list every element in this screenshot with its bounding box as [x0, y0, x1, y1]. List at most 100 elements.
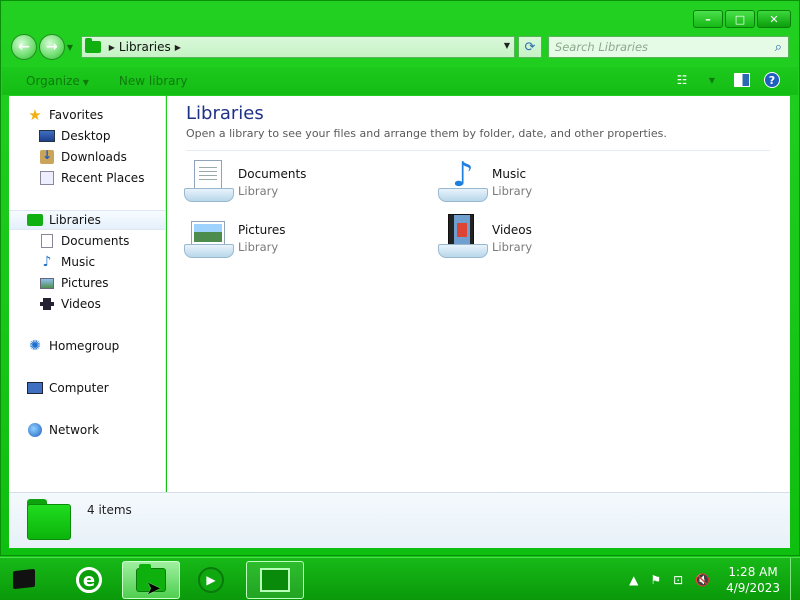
libraries-icon [27, 212, 43, 228]
library-type: Library [492, 184, 533, 198]
music-library-icon: ♪ [438, 158, 488, 202]
library-name: Videos [492, 223, 532, 237]
nav-downloads-label: Downloads [61, 150, 127, 164]
navigation-pane: ★ Favorites Desktop Downloads Recent Pla… [9, 96, 166, 492]
organize-label: Organize [26, 74, 80, 88]
search-box[interactable]: ⌕ [547, 36, 789, 58]
windows-logo-icon [13, 568, 35, 590]
nav-videos[interactable]: Videos [9, 294, 165, 314]
recent-pages-dropdown[interactable]: ▼ [67, 43, 77, 52]
notification-area: ▲ ⚑ ⊡ 🔇 1:28 AM 4/9/2023 [623, 558, 800, 600]
media-player-icon: ▶ [198, 567, 224, 593]
taskbar-control-panel[interactable] [246, 561, 304, 599]
new-library-button[interactable]: New library [119, 74, 188, 88]
nav-recent-places-label: Recent Places [61, 171, 145, 185]
downloads-icon [39, 148, 55, 165]
start-button[interactable] [6, 561, 42, 597]
address-bar[interactable]: ▶ Libraries ▶ ▼ [80, 36, 516, 58]
breadcrumb-chevron-icon[interactable]: ▶ [175, 43, 181, 52]
show-desktop-button[interactable] [790, 558, 800, 600]
taskbar: e ▶ ▲ ⚑ ⊡ 🔇 1:28 AM 4/9/2023 [0, 557, 800, 600]
libraries-folder-icon [84, 38, 101, 53]
library-item-documents[interactable]: Documents Library [184, 158, 424, 206]
back-button[interactable]: ← [11, 34, 37, 60]
close-button[interactable]: ✕ [757, 10, 791, 28]
content-pane: Libraries Open a library to see your fil… [167, 96, 790, 492]
nav-computer[interactable]: Computer [9, 378, 165, 398]
videos-library-icon [438, 214, 488, 258]
library-item-pictures[interactable]: Pictures Library [184, 214, 424, 262]
documents-library-icon [184, 158, 234, 202]
network-icon [27, 422, 43, 438]
library-type: Library [238, 240, 279, 254]
details-pane: 4 items [9, 492, 790, 548]
nav-recent-places[interactable]: Recent Places [9, 168, 165, 188]
documents-icon [39, 233, 55, 249]
nav-pictures[interactable]: Pictures [9, 273, 165, 293]
preview-pane-icon[interactable] [734, 73, 750, 87]
refresh-icon: ⟳ [524, 39, 536, 55]
nav-favorites-label: Favorites [49, 108, 104, 122]
action-center-flag-icon[interactable]: ⚑ [650, 573, 661, 587]
minimize-button[interactable]: – [693, 10, 723, 28]
libraries-folder-large-icon [27, 499, 71, 540]
divider [186, 150, 770, 151]
command-bar: Organize ▼ New library ☷ ▼ ? [2, 67, 798, 95]
organize-button[interactable]: Organize ▼ [26, 74, 89, 88]
library-item-videos[interactable]: Videos Library [438, 214, 678, 262]
internet-explorer-icon: e [76, 567, 102, 593]
nav-music-label: Music [61, 255, 96, 269]
nav-libraries-label: Libraries [49, 213, 101, 227]
network-status-icon[interactable]: ⊡ [673, 573, 683, 587]
nav-pictures-label: Pictures [61, 276, 109, 290]
back-arrow-icon: ← [18, 39, 30, 55]
nav-desktop[interactable]: Desktop [9, 126, 165, 146]
library-type: Library [238, 184, 279, 198]
taskbar-media-player[interactable]: ▶ [182, 561, 240, 599]
nav-desktop-label: Desktop [61, 129, 111, 143]
nav-computer-label: Computer [49, 381, 109, 395]
library-name: Music [492, 167, 527, 181]
computer-icon [27, 380, 43, 396]
library-name: Pictures [238, 223, 286, 237]
nav-network[interactable]: Network [9, 420, 165, 440]
forward-arrow-icon: → [45, 39, 58, 55]
search-icon[interactable]: ⌕ [775, 40, 782, 55]
view-options-dropdown-icon[interactable]: ▼ [704, 72, 720, 88]
library-item-music[interactable]: ♪ Music Library [438, 158, 678, 206]
help-icon[interactable]: ? [764, 72, 780, 88]
forward-button[interactable]: → [38, 34, 65, 60]
breadcrumb-chevron-icon[interactable]: ▶ [109, 43, 115, 52]
homegroup-icon: ✺ [29, 338, 41, 354]
view-controls: ☷ ▼ ? [674, 72, 780, 88]
breadcrumb-libraries[interactable]: Libraries [119, 40, 171, 54]
clock-date: 4/9/2023 [726, 580, 780, 595]
search-input[interactable] [554, 40, 775, 54]
nav-homegroup[interactable]: ✺ Homegroup [9, 336, 165, 356]
nav-network-label: Network [49, 423, 100, 437]
nav-music[interactable]: ♪ Music [9, 252, 165, 272]
pictures-library-icon [184, 214, 234, 258]
recent-places-icon [39, 170, 55, 186]
nav-downloads[interactable]: Downloads [9, 147, 165, 167]
nav-homegroup-label: Homegroup [49, 339, 120, 353]
nav-documents[interactable]: Documents [9, 231, 165, 251]
mouse-cursor-icon: ➤ [146, 578, 162, 599]
clock[interactable]: 1:28 AM 4/9/2023 [726, 564, 780, 596]
maximize-button[interactable]: □ [725, 10, 755, 28]
refresh-button[interactable]: ⟳ [518, 36, 542, 58]
nav-favorites[interactable]: ★ Favorites [9, 105, 165, 125]
show-hidden-icons-icon[interactable]: ▲ [629, 573, 638, 587]
change-view-icon[interactable]: ☷ [674, 72, 690, 88]
taskbar-internet-explorer[interactable]: e [60, 561, 118, 599]
page-title: Libraries [186, 103, 264, 124]
desktop-icon [39, 128, 55, 144]
control-panel-icon [260, 568, 290, 592]
item-count: 4 items [87, 503, 132, 517]
nav-libraries[interactable]: Libraries [9, 210, 165, 230]
volume-muted-icon[interactable]: 🔇 [695, 573, 710, 587]
address-history-dropdown-icon[interactable]: ▼ [504, 41, 510, 50]
library-type: Library [492, 240, 533, 254]
page-subtitle: Open a library to see your files and arr… [186, 127, 667, 140]
music-note-icon: ♪ [42, 254, 52, 270]
